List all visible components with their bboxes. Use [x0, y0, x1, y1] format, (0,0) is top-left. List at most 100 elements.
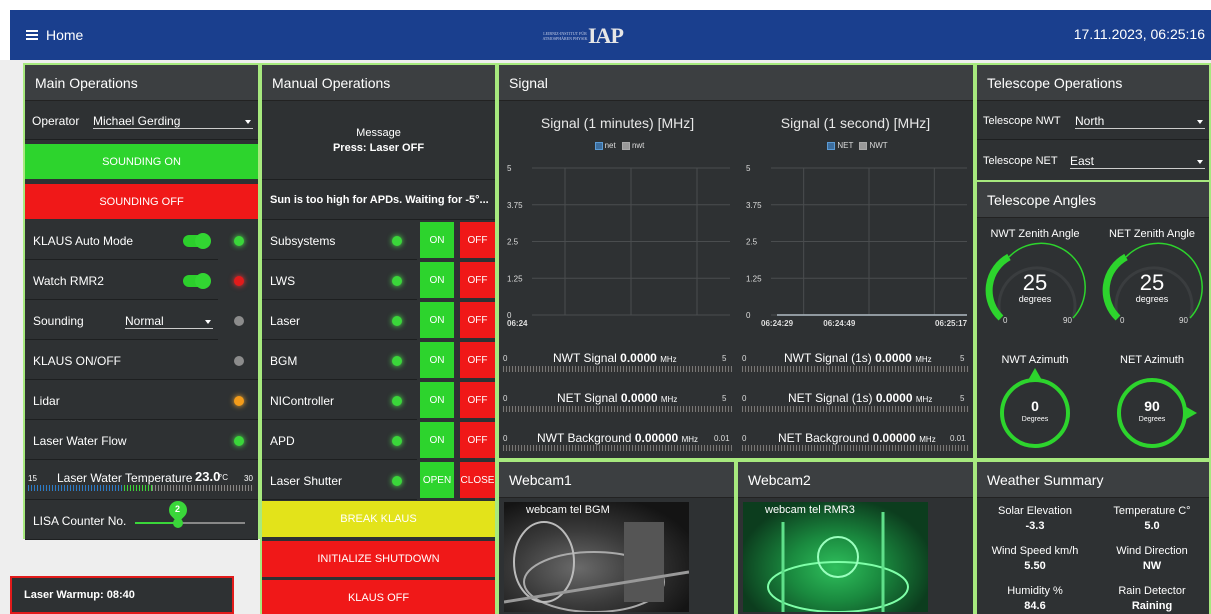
signal-1min-chart: Signal (1 minutes) [MHz] net nwt 0 1.25 2.… — [499, 103, 736, 337]
on-button[interactable]: ON — [420, 422, 454, 458]
webcam2-image[interactable]: webcam tel RMR3 — [743, 502, 928, 612]
gauge-min: 0 — [1003, 316, 1008, 325]
on-button[interactable]: OPEN — [420, 462, 454, 498]
lwt-max: 30 — [244, 474, 253, 483]
off-button[interactable]: OFF — [460, 302, 495, 338]
gauge-value: 0.0000 — [875, 391, 913, 405]
telescope-net-select[interactable]: East — [1070, 154, 1205, 169]
net-zenith-gauge: NET Zenith Angle 25 degrees 0 90 — [1095, 220, 1209, 334]
telescope-angles-panel: Telescope Angles NWT Zenith Angle 25 deg… — [975, 180, 1211, 460]
chart-plot: 01.252.53.75506:24 — [507, 164, 730, 328]
gauge-value: 0 — [1031, 398, 1039, 414]
weather-value: 84.6 — [1024, 600, 1046, 612]
lisa-label: LISA Counter No. — [33, 513, 127, 528]
sounding-off-button[interactable]: SOUNDING OFF — [25, 184, 258, 219]
net-signal-1s-gauge: 0 NET Signal (1s) 0.0000 MHz 5 — [738, 381, 973, 419]
temperature-cell: Temperature C° 5.0 — [1095, 500, 1209, 538]
gauge-max: 90 — [1179, 316, 1188, 325]
top-navbar: Home LEIBNIZ-INSTITUT FÜR ATMOSPHÄREN PH… — [10, 10, 1211, 60]
weather-value: -3.3 — [1025, 520, 1045, 532]
gauge-unit: MHz — [681, 435, 699, 444]
gauge-min: 0 — [503, 434, 508, 443]
sounding-on-button[interactable]: SOUNDING ON — [25, 144, 258, 179]
rain-detector-cell: Rain Detector Raining — [1095, 580, 1209, 614]
sounding-select[interactable]: Normal — [125, 314, 213, 329]
telescope-nwt-select[interactable]: North — [1075, 114, 1205, 129]
on-button[interactable]: ON — [420, 382, 454, 418]
gauge-meter — [742, 366, 969, 372]
webcam2-caption: webcam tel RMR3 — [765, 504, 855, 516]
gauge-unit: MHz — [660, 355, 677, 364]
sun-status-message: Sun is too high for APDs. Waiting for -5… — [262, 182, 495, 220]
net-azimuth-gauge: NET Azimuth 90 Degrees — [1095, 338, 1209, 458]
manual-row-label: BGM — [270, 353, 298, 368]
humidity-cell: Humidity % 84.6 — [977, 580, 1093, 614]
main-operations-panel: Main Operations Operator Michael Gerding… — [23, 63, 260, 540]
y-tick-label: 2.5 — [746, 238, 758, 247]
initialize-shutdown-button[interactable]: INITIALIZE SHUTDOWN — [262, 541, 495, 577]
off-button[interactable]: OFF — [460, 342, 495, 378]
on-button[interactable]: ON — [420, 262, 454, 298]
gauge-max: 0.01 — [714, 434, 730, 443]
hamburger-icon[interactable] — [26, 28, 38, 42]
off-button[interactable]: OFF — [460, 422, 495, 458]
panel-title: Webcam1 — [499, 462, 734, 498]
weather-label: Wind Speed km/h — [991, 545, 1079, 557]
y-tick-label: 3.75 — [746, 201, 762, 210]
off-button[interactable]: OFF — [460, 222, 495, 258]
home-menu[interactable]: Home — [26, 27, 83, 43]
webcam1-image[interactable]: webcam tel BGM — [504, 502, 689, 612]
on-button[interactable]: ON — [420, 302, 454, 338]
lisa-slider-track[interactable]: 2 — [135, 497, 245, 528]
x-tick-label: 06:24 — [507, 319, 528, 328]
gauge-meter — [503, 406, 732, 412]
lwt-meter-fill — [124, 485, 152, 491]
watch-rmr2-toggle[interactable] — [183, 273, 211, 289]
nwt-zenith-gauge: NWT Zenith Angle 25 degrees 0 90 — [977, 220, 1093, 334]
gauge-min: 0 — [742, 354, 747, 363]
status-led-icon — [392, 316, 402, 326]
gauge-unit: MHz — [660, 395, 678, 404]
lwt-meter — [28, 485, 254, 491]
gauge-min: 0 — [503, 394, 508, 403]
gauge-meter — [503, 445, 732, 451]
off-button[interactable]: CLOSE — [460, 462, 495, 498]
manual-row-label: Laser Shutter — [270, 473, 343, 488]
panel-title: Signal — [499, 65, 973, 101]
y-tick-label: 0 — [746, 311, 751, 320]
off-button[interactable]: OFF — [460, 382, 495, 418]
manual-row: LWS — [262, 262, 417, 300]
telescope-operations-panel: Telescope Operations Telescope NWT North… — [975, 63, 1211, 180]
gauge-value: 90 — [1144, 398, 1160, 414]
gauge-label: NWT Signal 0.0000 MHz — [553, 351, 677, 365]
gauge-label: NET Signal (1s) 0.0000 MHz — [788, 391, 932, 405]
panel-title: Manual Operations — [262, 65, 495, 101]
nwt-background-gauge: 0 NWT Background 0.00000 MHz 0.01 — [499, 421, 736, 458]
gauge-value: 25 — [1022, 270, 1048, 295]
home-label: Home — [46, 27, 84, 43]
break-klaus-button[interactable]: BREAK KLAUS — [262, 501, 495, 537]
manual-row: BGM — [262, 342, 417, 380]
gauge-min: 0 — [742, 434, 747, 443]
off-button[interactable]: OFF — [460, 262, 495, 298]
lwt-min: 15 — [28, 474, 37, 483]
klaus-auto-toggle[interactable] — [183, 233, 211, 249]
klaus-off-button[interactable]: KLAUS OFF — [262, 580, 495, 614]
gauge-max: 5 — [722, 394, 727, 403]
gauge-label: NET Signal 0.0000 MHz — [557, 391, 677, 405]
gauge-unit: MHz — [919, 435, 936, 444]
gauge-min: 0 — [742, 394, 747, 403]
nwt-signal-1s-gauge: 0 NWT Signal (1s) 0.0000 MHz 5 — [738, 341, 973, 379]
on-button[interactable]: ON — [420, 342, 454, 378]
webcam1-panel: Webcam1 webcam tel BGM — [497, 460, 736, 614]
status-led-icon — [234, 236, 244, 246]
lisa-value: 2 — [175, 504, 181, 514]
gauge-min: 0 — [1120, 316, 1125, 325]
lidar-row: Lidar — [25, 382, 258, 420]
on-button[interactable]: ON — [420, 222, 454, 258]
operator-select[interactable]: Michael Gerding — [93, 114, 253, 129]
gauge-label-text: NET Signal — [557, 391, 618, 405]
status-led-icon — [234, 436, 244, 446]
y-tick-label: 5 — [746, 164, 751, 173]
webcam1-caption: webcam tel BGM — [526, 504, 610, 516]
